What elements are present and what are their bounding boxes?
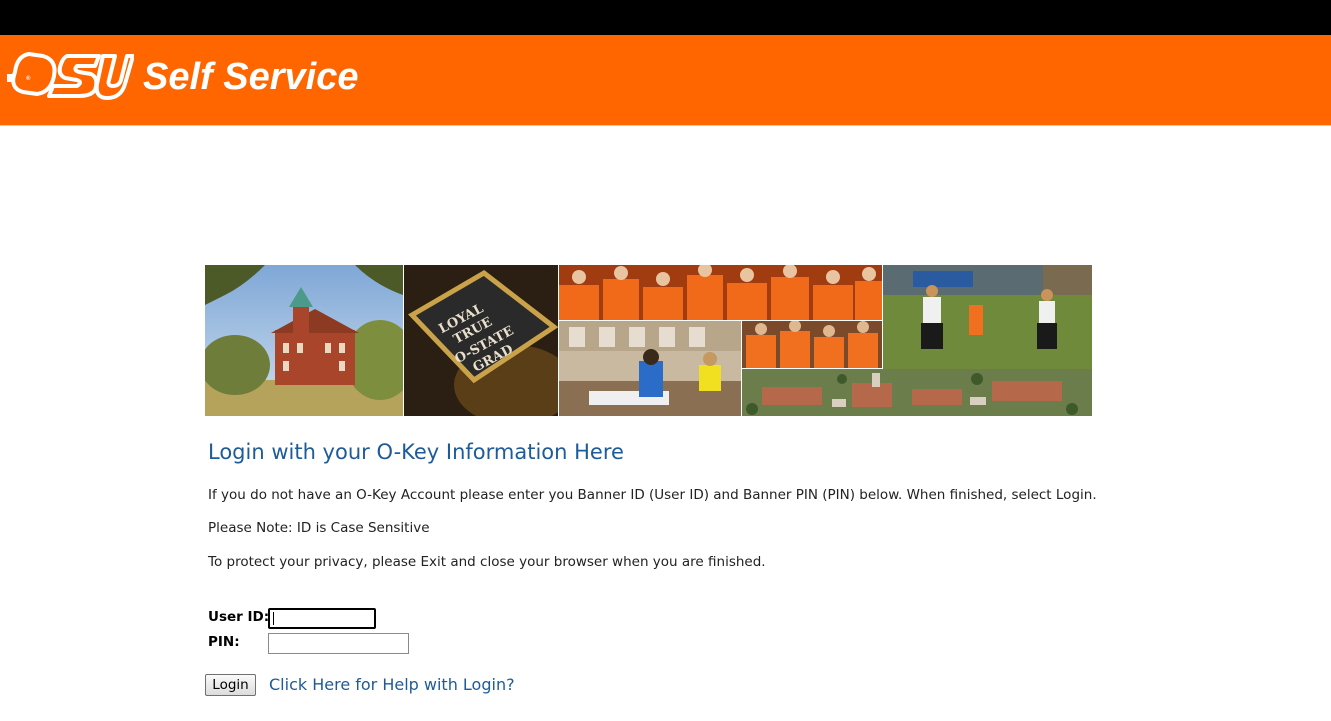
top-black-bar <box>0 0 1331 35</box>
graduation-cap-photo: LOYAL TRUE O-STATE GRAD <box>404 265 558 416</box>
user-id-input[interactable] <box>268 608 376 629</box>
privacy-note: To protect your privacy, please Exit and… <box>208 554 766 570</box>
svg-text:®: ® <box>26 75 31 82</box>
login-heading: Login with your O-Key Information Here <box>208 440 624 464</box>
site-header: ® Self Service <box>0 35 1331 126</box>
photo-banner: LOYAL TRUE O-STATE GRAD <box>205 265 1092 416</box>
login-button[interactable]: Login <box>205 674 256 696</box>
flag-football-photo <box>883 265 1092 369</box>
page-title: Self Service <box>143 56 359 98</box>
text-caret <box>273 612 274 625</box>
students-crowd-photo <box>559 265 882 320</box>
osu-logo[interactable]: ® <box>7 42 134 108</box>
case-sensitive-note: Please Note: ID is Case Sensitive <box>208 520 430 536</box>
login-help-link[interactable]: Click Here for Help with Login? <box>269 675 515 694</box>
user-id-label: User ID: <box>208 609 270 625</box>
aerial-campus-photo <box>742 369 1092 416</box>
login-instructions: If you do not have an O-Key Account plea… <box>208 487 1097 503</box>
pin-label: PIN: <box>208 634 240 650</box>
pin-input[interactable] <box>268 633 409 654</box>
students-group-photo <box>742 321 882 368</box>
study-hall-photo <box>559 321 741 416</box>
campus-building-photo <box>205 265 403 416</box>
